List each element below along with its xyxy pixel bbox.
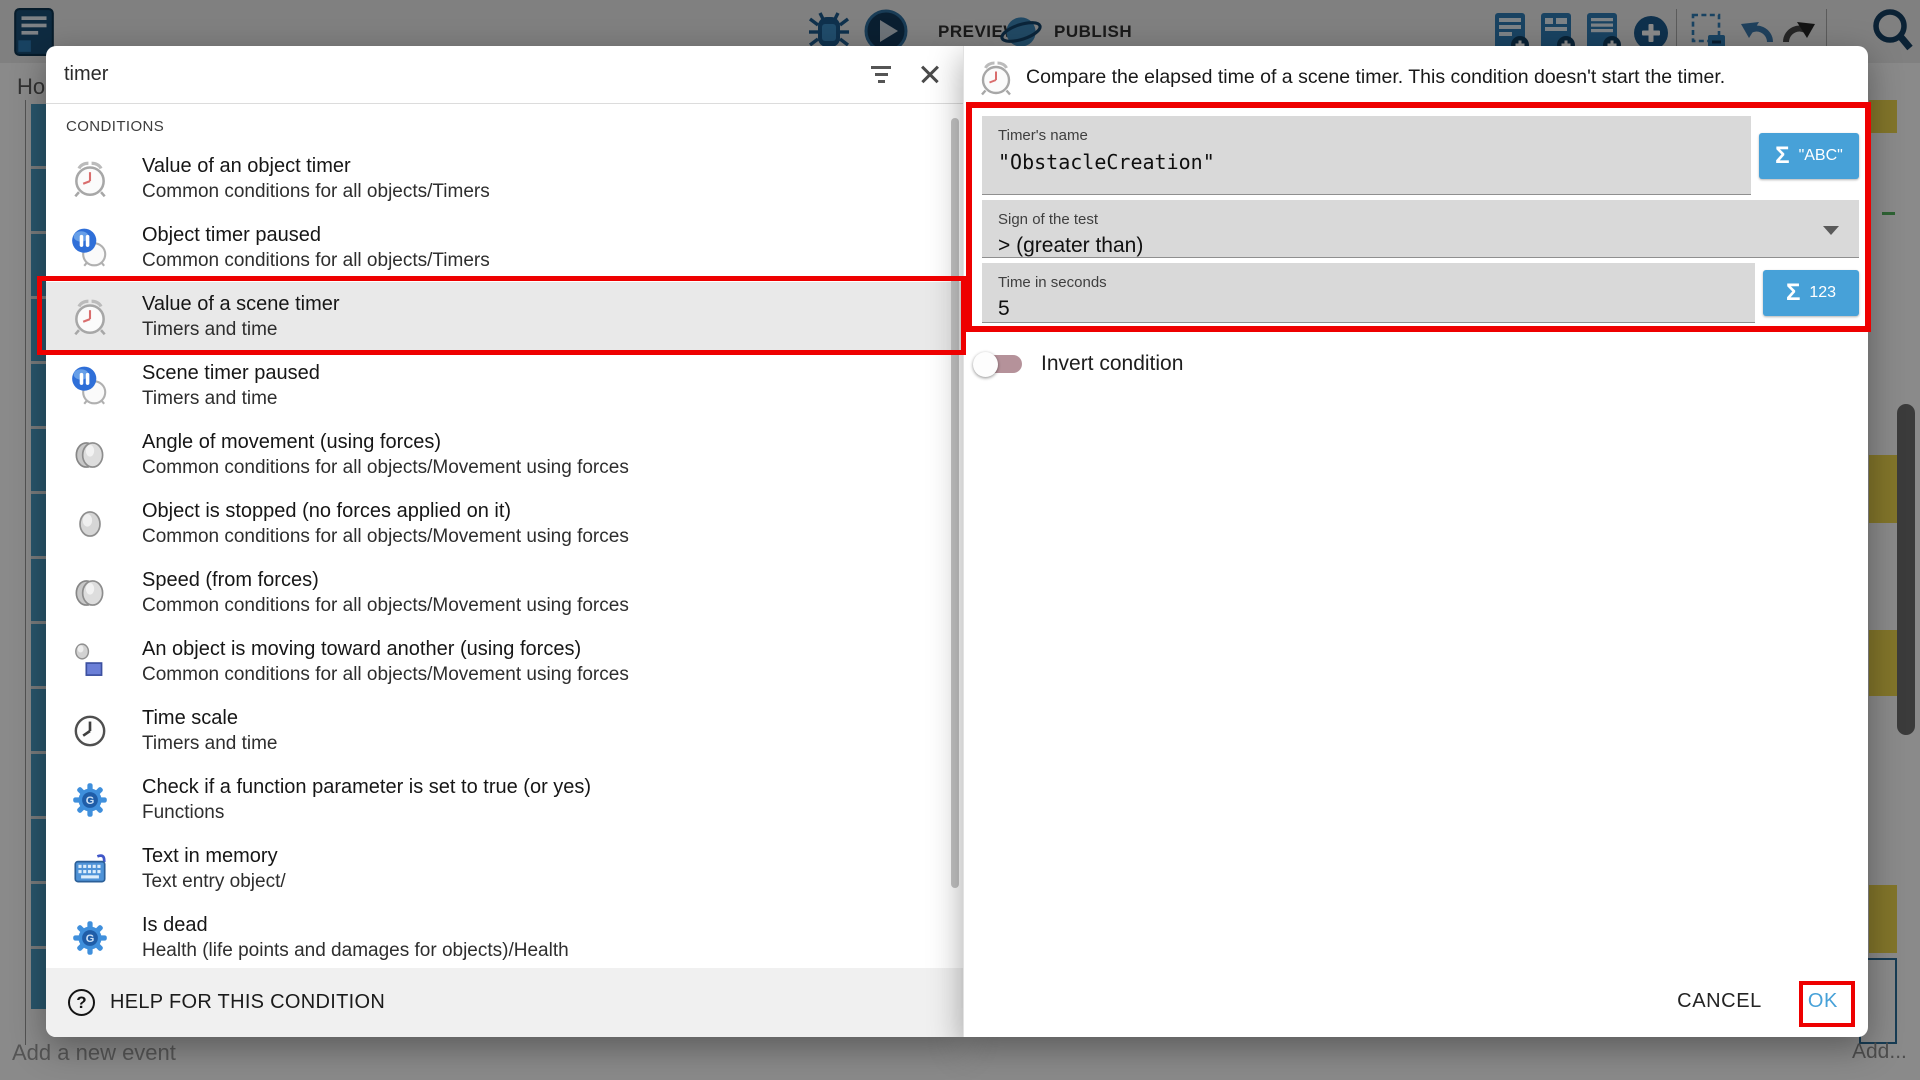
condition-path: Health (life points and damages for obje…: [142, 941, 569, 961]
condition-path: Common conditions for all objects/Moveme…: [142, 527, 629, 547]
condition-title: Speed (from forces): [142, 570, 629, 591]
search-bar: [46, 46, 963, 103]
svg-text:G: G: [86, 795, 95, 807]
condition-title: An object is moving toward another (usin…: [142, 639, 629, 660]
alarm-clock-icon: [976, 58, 1016, 98]
condition-path: Timers and time: [142, 389, 320, 409]
condition-title: Check if a function parameter is set to …: [142, 777, 591, 798]
keyboard-icon: [68, 847, 112, 891]
alarm-clock-icon: [68, 157, 112, 201]
condition-list-item[interactable]: Object timer paused Common conditions fo…: [46, 213, 963, 282]
invert-condition-label: Invert condition: [1041, 352, 1183, 376]
timer-name-label: Timer's name: [982, 116, 1751, 144]
condition-list-item[interactable]: Angle of movement (using forces) Common …: [46, 420, 963, 489]
alarm-clock-icon: [68, 295, 112, 339]
sign-of-test-label: Sign of the test: [982, 200, 1859, 228]
list-scrollbar[interactable]: [951, 118, 959, 888]
condition-list-item[interactable]: Scene timer paused Timers and time: [46, 351, 963, 420]
condition-list-item[interactable]: Value of an object timer Common conditio…: [46, 144, 963, 213]
condition-list-item[interactable]: G Check if a function parameter is set t…: [46, 765, 963, 834]
toggle-knob[interactable]: [973, 352, 998, 377]
gear-icon: G: [68, 778, 112, 822]
condition-path: Timers and time: [142, 320, 340, 340]
search-input[interactable]: [64, 63, 869, 86]
condition-path: Common conditions for all objects/Moveme…: [142, 596, 629, 616]
condition-list-item[interactable]: Text in memory Text entry object/: [46, 834, 963, 903]
condition-path: Text entry object/: [142, 872, 286, 892]
condition-list-item[interactable]: An object is moving toward another (usin…: [46, 627, 963, 696]
sign-of-test-select[interactable]: Sign of the test > (greater than): [982, 200, 1859, 258]
expression-builder-abc-button[interactable]: Σ "ABC": [1759, 133, 1859, 179]
alarm-pause-icon: [68, 226, 112, 270]
svg-text:G: G: [86, 933, 95, 945]
conditions-section-header: CONDITIONS: [46, 104, 963, 144]
gear-icon: G: [68, 916, 112, 960]
timer-name-field[interactable]: Timer's name "ObstacleCreation": [982, 116, 1751, 195]
condition-editor-panel: Compare the elapsed time of a scene time…: [963, 46, 1868, 1037]
condition-description: Compare the elapsed time of a scene time…: [1026, 58, 1725, 89]
time-in-seconds-label: Time in seconds: [982, 263, 1755, 291]
timer-name-value: "ObstacleCreation": [982, 144, 1751, 174]
condition-title: Angle of movement (using forces): [142, 432, 629, 453]
condition-title: Text in memory: [142, 846, 286, 867]
disc-icon: [68, 502, 112, 546]
help-icon: ?: [68, 989, 95, 1016]
condition-title: Object is stopped (no forces applied on …: [142, 501, 629, 522]
condition-list-item[interactable]: Value of a scene timer Timers and time: [46, 282, 963, 351]
sign-of-test-value: > (greater than): [982, 228, 1859, 258]
condition-path: Common conditions for all objects/Timers: [142, 251, 490, 271]
cancel-button[interactable]: CANCEL: [1677, 990, 1762, 1013]
condition-selector-panel: CONDITIONS Value of an object timer Comm…: [46, 46, 963, 1037]
condition-path: Common conditions for all objects/Moveme…: [142, 458, 629, 478]
close-icon[interactable]: [917, 62, 943, 88]
help-for-condition-button[interactable]: ? HELP FOR THIS CONDITION: [46, 968, 963, 1037]
condition-path: Functions: [142, 803, 591, 823]
move-toward-icon: [68, 640, 112, 684]
condition-title: Value of a scene timer: [142, 294, 340, 315]
condition-title: Time scale: [142, 708, 278, 729]
condition-title: Object timer paused: [142, 225, 490, 246]
chevron-down-icon[interactable]: [1823, 226, 1839, 235]
condition-description-row: Compare the elapsed time of a scene time…: [976, 58, 1852, 98]
filter-icon[interactable]: [869, 66, 893, 83]
condition-title: Is dead: [142, 915, 569, 936]
alarm-pause-icon: [68, 364, 112, 408]
condition-path: Timers and time: [142, 734, 278, 754]
condition-list-item[interactable]: Speed (from forces) Common conditions fo…: [46, 558, 963, 627]
double-disc-icon: [68, 433, 112, 477]
condition-list-item[interactable]: Time scale Timers and time: [46, 696, 963, 765]
invert-condition-toggle[interactable]: [975, 355, 1022, 373]
condition-list-item[interactable]: Object is stopped (no forces applied on …: [46, 489, 963, 558]
condition-title: Scene timer paused: [142, 363, 320, 384]
condition-list-item[interactable]: G Is dead Health (life points and damage…: [46, 903, 963, 972]
ok-button[interactable]: OK: [1808, 990, 1838, 1013]
invert-condition-row: Invert condition: [975, 352, 1183, 376]
time-in-seconds-field[interactable]: Time in seconds 5: [982, 263, 1755, 323]
condition-title: Value of an object timer: [142, 156, 490, 177]
double-disc-icon: [68, 571, 112, 615]
time-in-seconds-value: 5: [982, 291, 1755, 321]
clock-icon: [68, 709, 112, 753]
conditions-list: Value of an object timer Common conditio…: [46, 144, 963, 972]
condition-path: Common conditions for all objects/Moveme…: [142, 665, 629, 685]
expression-builder-123-button[interactable]: Σ 123: [1763, 270, 1859, 316]
condition-path: Common conditions for all objects/Timers: [142, 182, 490, 202]
